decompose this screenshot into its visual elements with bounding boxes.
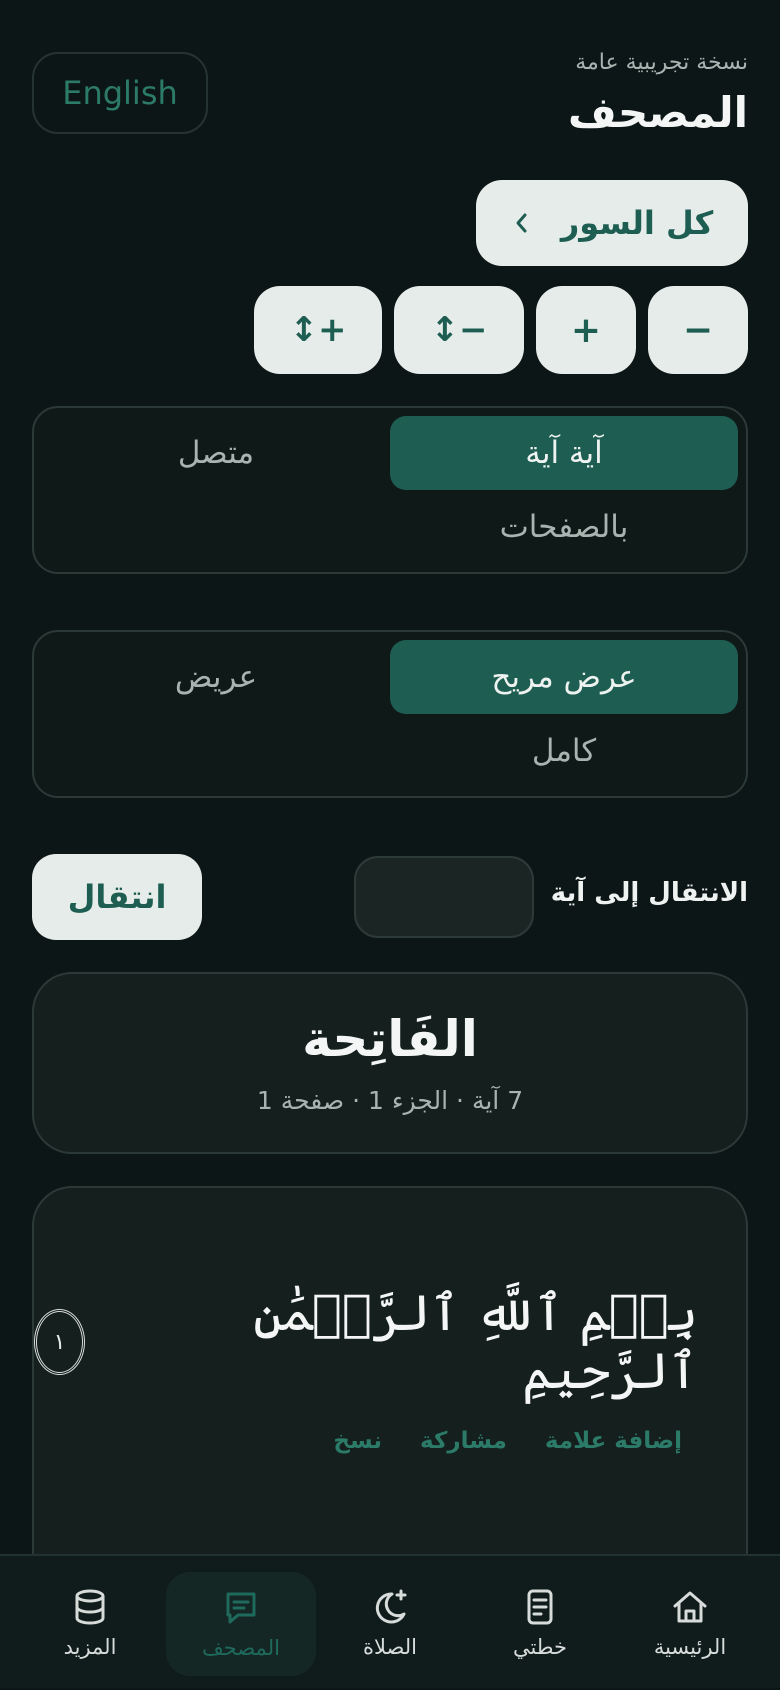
nav-plan[interactable]: خطتي (465, 1556, 615, 1690)
reading-mode-toggle: آية آية متصل بالصفحات (32, 406, 748, 574)
ayah-actions: نسخ مشاركة إضافة علامة (333, 1428, 682, 1454)
width-mode-toggle: عرض مريح عريض كامل (32, 630, 748, 798)
nav-more-label: المزيد (63, 1635, 117, 1659)
surah-header-card: الفَاتِحة 7 آية · الجزء 1 · صفحة 1 (32, 972, 748, 1154)
ayah-card: بِسۡمِ ٱللَّهِ ٱلرَّحۡمَٰنِ ٱلرَّحِيمِ ١… (32, 1186, 748, 1606)
width-full-option[interactable]: كامل (390, 714, 738, 788)
nav-plan-label: خطتي (512, 1635, 568, 1659)
font-decrease-button[interactable]: − (648, 286, 748, 374)
chevron-left-icon (516, 213, 527, 233)
width-comfortable-option[interactable]: عرض مريح (390, 640, 738, 714)
ayah-number: ١ (53, 1329, 66, 1355)
share-button[interactable]: مشاركة (420, 1428, 507, 1454)
add-bookmark-button[interactable]: إضافة علامة (545, 1428, 682, 1454)
mode-continuous-option[interactable]: متصل (42, 416, 390, 490)
nav-home-label: الرئيسية (653, 1635, 727, 1659)
copy-button[interactable]: نسخ (333, 1428, 382, 1454)
bottom-navigation: الرئيسية خطتي الصلاة المصحف المزيد (0, 1554, 780, 1688)
page-title: المصحف (568, 88, 748, 137)
nav-prayer[interactable]: الصلاة (315, 1556, 465, 1690)
jump-button[interactable]: انتقال (32, 854, 202, 940)
moon-icon (375, 1589, 407, 1624)
ayah-text: بِسۡمِ ٱللَّهِ ٱلرَّحۡمَٰنِ ٱلرَّحِيمِ (253, 1284, 698, 1400)
line-height-decrease-button[interactable]: ↕− (394, 286, 524, 374)
database-icon (75, 1589, 105, 1625)
nav-mushaf[interactable]: المصحف (166, 1572, 316, 1676)
header-subtitle: نسخة تجريبية عامة (575, 50, 748, 75)
surah-meta: 7 آية · الجزء 1 · صفحة 1 (256, 1086, 524, 1115)
all-surahs-label: كل السور (560, 204, 714, 242)
nav-mushaf-label: المصحف (202, 1636, 280, 1660)
language-button[interactable]: English (32, 52, 208, 134)
mode-ayah-option[interactable]: آية آية (390, 416, 738, 490)
jump-label: الانتقال إلى آية (550, 878, 748, 908)
home-icon (673, 1591, 707, 1623)
line-height-increase-button[interactable]: ↕+ (254, 286, 382, 374)
surah-name: الفَاتِحة (302, 1010, 478, 1068)
width-wide-option[interactable]: عريض (42, 640, 390, 714)
ayah-line: بِسۡمِ ٱللَّهِ ٱلرَّحۡمَٰنِ ٱلرَّحِيمِ ١ (34, 1284, 698, 1400)
nav-prayer-label: الصلاة (363, 1635, 417, 1659)
all-surahs-button[interactable]: كل السور (476, 180, 748, 266)
header: نسخة تجريبية عامة المصحف English (0, 0, 780, 150)
font-increase-button[interactable]: + (536, 286, 636, 374)
ayah-number-input[interactable] (354, 856, 534, 938)
ayah-number-marker: ١ (34, 1309, 86, 1375)
nav-home[interactable]: الرئيسية (615, 1556, 765, 1690)
nav-more[interactable]: المزيد (15, 1556, 165, 1690)
document-icon (527, 1589, 553, 1625)
chat-book-icon (226, 1592, 256, 1624)
mode-pages-option[interactable]: بالصفحات (390, 490, 738, 564)
